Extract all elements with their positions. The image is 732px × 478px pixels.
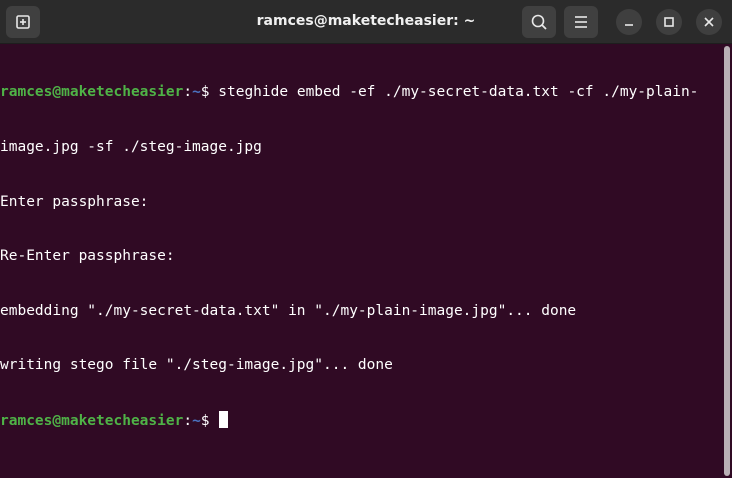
- prompt-symbol: $: [200, 412, 219, 429]
- prompt-user: ramces@maketecheasier: [0, 412, 184, 429]
- command-line: ramces@maketecheasier:~$ steghide embed …: [0, 83, 718, 101]
- scrollbar[interactable]: [724, 46, 730, 476]
- active-prompt-line: ramces@maketecheasier:~$: [0, 410, 718, 429]
- text-cursor: [219, 410, 229, 428]
- prompt-path: ~: [192, 84, 201, 101]
- menu-button[interactable]: [564, 6, 598, 38]
- maximize-button[interactable]: [656, 9, 682, 35]
- prompt-symbol: $: [200, 84, 219, 101]
- prompt-separator: :: [183, 412, 193, 429]
- title-bar: ramces@maketecheasier: ~: [0, 0, 732, 44]
- maximize-icon: [664, 17, 674, 27]
- prompt-separator: :: [183, 84, 193, 101]
- search-icon: [531, 14, 547, 30]
- prompt-path: ~: [192, 412, 201, 429]
- minimize-button[interactable]: [616, 9, 642, 35]
- minimize-icon: [625, 24, 633, 26]
- output-line: writing stego file "./steg-image.jpg"...…: [0, 357, 393, 374]
- close-icon: [704, 17, 714, 27]
- command-text: steghide embed -ef ./my-secret-data.txt …: [218, 84, 699, 101]
- prompt-user: ramces@maketecheasier: [0, 84, 184, 101]
- search-button[interactable]: [522, 6, 556, 38]
- close-button[interactable]: [696, 9, 722, 35]
- output-line: Re-Enter passphrase:: [0, 248, 175, 265]
- command-line-continued: image.jpg -sf ./steg-image.jpg: [0, 139, 262, 155]
- terminal-window: ramces@maketecheasier: ~ ramces@maketech…: [0, 0, 732, 478]
- hamburger-menu-icon: [575, 16, 587, 28]
- terminal-output[interactable]: ramces@maketecheasier:~$ steghide embed …: [0, 44, 718, 478]
- output-line: Enter passphrase:: [0, 193, 149, 210]
- output-line: embedding "./my-secret-data.txt" in "./m…: [0, 302, 577, 319]
